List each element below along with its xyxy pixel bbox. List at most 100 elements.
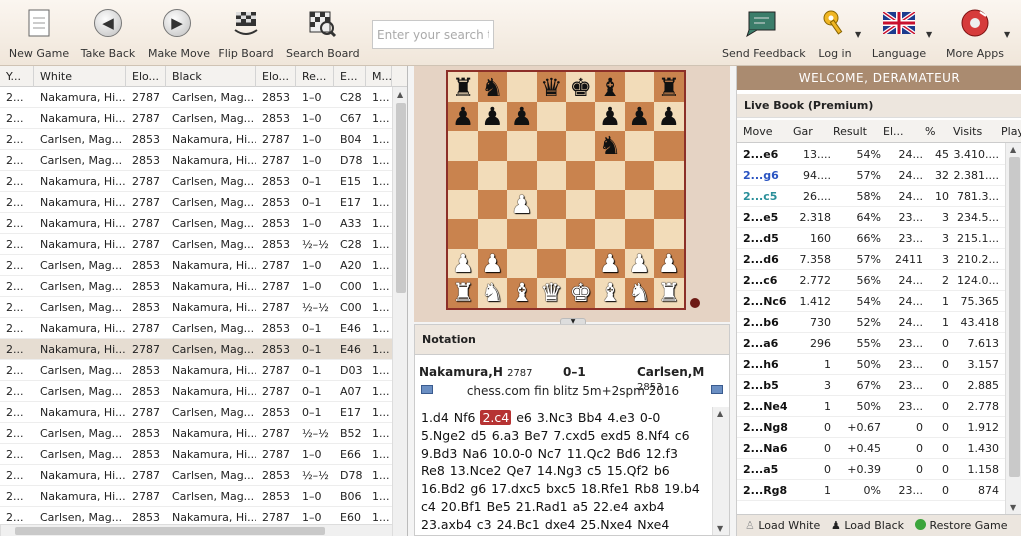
board-resize-icon[interactable] <box>690 298 700 308</box>
live-book-col-header[interactable]: Result <box>833 121 881 142</box>
live-book-row[interactable]: 2...c5 26.... 58% 24... 10 781.3... <box>737 186 1005 207</box>
live-book-col-header[interactable]: El... <box>883 121 923 142</box>
lb-scroll-up-icon[interactable]: ▲ <box>1010 145 1016 154</box>
search-input[interactable] <box>372 20 494 49</box>
board-square[interactable] <box>448 190 478 220</box>
white-pawn-icon[interactable]: ♟ <box>628 251 650 276</box>
board-square[interactable] <box>448 131 478 161</box>
black-pawn-icon[interactable]: ♟ <box>511 104 533 129</box>
white-pawn-icon[interactable]: ♟ <box>658 251 680 276</box>
live-book-col-header[interactable]: Move <box>743 121 791 142</box>
move-list[interactable]: 1.d4 Nf6 2.c4 e6 3.Nc3 Bb4 4.e3 0-0 5.Ng… <box>421 409 703 534</box>
game-row[interactable]: 2... Nakamura, Hi... 2787 Carlsen, Mag... 28… <box>0 402 392 423</box>
board-square[interactable] <box>477 160 508 190</box>
flip-board-button[interactable]: Flip Board <box>218 6 274 64</box>
games-vertical-scrollbar[interactable]: ▲ <box>392 87 407 536</box>
game-row[interactable]: 2... Nakamura, Hi... 2787 Carlsen, Mag... 28… <box>0 213 392 234</box>
live-book-row[interactable]: 2...c6 2.772 56% 24... 2 124.0... <box>737 270 1005 291</box>
games-horizontal-scrollbar[interactable] <box>0 524 392 536</box>
game-row[interactable]: 2... Carlsen, Mag... 2853 Nakamura, Hi... 27… <box>0 276 392 297</box>
take-back-button[interactable]: ◀ Take Back <box>80 6 136 64</box>
black-rook-icon[interactable]: ♜ <box>452 75 474 100</box>
board-square[interactable] <box>566 131 596 161</box>
notation-scroll-up-icon[interactable]: ▲ <box>717 409 723 418</box>
live-book-row[interactable]: 2...Nc6 1.412 54% 24... 1 75.365 <box>737 291 1005 312</box>
board-square[interactable]: ♟ <box>477 101 508 132</box>
board-square[interactable]: ♟ <box>507 101 537 132</box>
lb-scroll-down-icon[interactable]: ▼ <box>1010 503 1016 512</box>
white-pawn-icon[interactable]: ♟ <box>481 251 503 276</box>
game-row[interactable]: 2... Nakamura, Hi... 2787 Carlsen, Mag... 28… <box>0 87 392 108</box>
black-knight-icon[interactable]: ♞ <box>599 133 621 158</box>
black-knight-icon[interactable]: ♞ <box>481 75 503 100</box>
board-square[interactable]: ♚ <box>566 72 596 102</box>
board-square[interactable] <box>654 219 684 249</box>
white-knight-icon[interactable]: ♞ <box>481 280 503 305</box>
board-square[interactable]: ♝ <box>507 278 537 308</box>
board-square[interactable]: ♟ <box>624 101 655 132</box>
board-square[interactable] <box>654 190 684 220</box>
black-pawn-icon[interactable]: ♟ <box>658 104 680 129</box>
live-book-row[interactable]: 2...Ne4 1 50% 23... 0 2.778 <box>737 396 1005 417</box>
language-button[interactable]: Language <box>870 6 928 64</box>
game-row[interactable]: 2... Carlsen, Mag... 2853 Nakamura, Hi... 27… <box>0 297 392 318</box>
notation-scroll-down-icon[interactable]: ▼ <box>717 524 723 533</box>
white-king-icon[interactable]: ♚ <box>569 280 591 305</box>
black-pawn-icon[interactable]: ♟ <box>628 104 650 129</box>
board-square[interactable] <box>624 190 655 220</box>
live-book-row[interactable]: 2...Rg8 1 0% 23... 0 874 <box>737 480 1005 501</box>
board-square[interactable]: ♚ <box>566 278 596 308</box>
search-board-button[interactable]: Search Board <box>286 6 360 64</box>
game-row[interactable]: 2... Nakamura, Hi... 2787 Carlsen, Mag... 28… <box>0 486 392 507</box>
board-square[interactable] <box>566 219 596 249</box>
board-square[interactable] <box>654 131 684 161</box>
game-row[interactable]: 2... Carlsen, Mag... 2853 Nakamura, Hi... 27… <box>0 150 392 171</box>
black-pawn-icon[interactable]: ♟ <box>599 104 621 129</box>
board-square[interactable] <box>507 72 537 102</box>
board-square[interactable] <box>536 131 566 161</box>
games-col-header[interactable]: Elo... <box>126 66 166 87</box>
board-square[interactable] <box>477 190 508 220</box>
moves-before[interactable]: 1.d4 Nf6 <box>421 410 480 425</box>
white-pawn-icon[interactable]: ♟ <box>599 251 621 276</box>
current-move[interactable]: 2.c4 <box>480 410 512 425</box>
live-book-scrollbar[interactable]: ▲ ▼ <box>1005 143 1021 514</box>
game-row[interactable]: 2... Nakamura, Hi... 2787 Carlsen, Mag... 28… <box>0 108 392 129</box>
board-square[interactable]: ♞ <box>624 278 655 308</box>
board-square[interactable] <box>477 131 508 161</box>
board-square[interactable]: ♟ <box>595 248 625 279</box>
scroll-up-icon[interactable]: ▲ <box>397 90 403 99</box>
board-square[interactable] <box>566 101 596 132</box>
game-row[interactable]: 2... Carlsen, Mag... 2853 Nakamura, Hi... 27… <box>0 129 392 150</box>
games-col-header[interactable]: M... <box>366 66 392 87</box>
games-col-header[interactable]: White <box>34 66 126 87</box>
board-square[interactable] <box>595 219 625 249</box>
board-square[interactable] <box>507 219 537 249</box>
black-pawn-icon[interactable]: ♟ <box>452 104 474 129</box>
game-row[interactable]: 2... Nakamura, Hi... 2787 Carlsen, Mag... 28… <box>0 318 392 339</box>
game-row[interactable]: 2... Nakamura, Hi... 2787 Carlsen, Mag... 28… <box>0 171 392 192</box>
board-square[interactable]: ♞ <box>477 278 508 308</box>
moves-after[interactable]: e6 3.Nc3 Bb4 4.e3 0-0 5.Nge2 d5 6.a3 Be7… <box>421 410 700 532</box>
live-book-row[interactable]: 2...a5 0 +0.39 0 0 1.158 <box>737 459 1005 480</box>
board-square[interactable]: ♜ <box>448 72 478 102</box>
board-square[interactable]: ♝ <box>595 72 625 102</box>
board-square[interactable]: ♟ <box>477 248 508 279</box>
black-rook-icon[interactable]: ♜ <box>658 75 680 100</box>
game-row[interactable]: 2... Nakamura, Hi... 2787 Carlsen, Mag... 28… <box>0 465 392 486</box>
more-apps-button[interactable]: More Apps <box>944 6 1006 64</box>
board-square[interactable]: ♜ <box>448 278 478 308</box>
games-hscroll-thumb[interactable] <box>15 527 325 535</box>
lb-scroll-thumb[interactable] <box>1009 157 1020 477</box>
game-row[interactable]: 2... Nakamura, Hi... 2787 Carlsen, Mag... 28… <box>0 192 392 213</box>
load-white-button[interactable]: ♙ Load White <box>745 519 820 532</box>
games-col-header[interactable]: Black <box>166 66 256 87</box>
board-square[interactable] <box>448 219 478 249</box>
live-book-col-header[interactable]: % <box>925 121 949 142</box>
live-book-col-header[interactable]: Play <box>1001 121 1021 142</box>
black-pawn-icon[interactable]: ♟ <box>481 104 503 129</box>
board-square[interactable] <box>654 160 684 190</box>
restore-game-button[interactable]: Restore Game <box>915 519 1007 532</box>
board-square[interactable]: ♟ <box>654 248 684 279</box>
board-square[interactable] <box>566 160 596 190</box>
